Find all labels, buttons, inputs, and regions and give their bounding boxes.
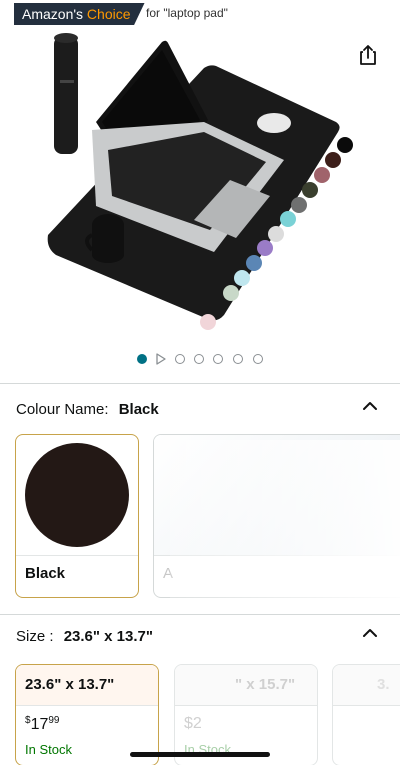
carousel-dot[interactable] [194, 354, 204, 364]
carousel-dot[interactable] [253, 354, 263, 364]
size-label: Size : [16, 628, 54, 645]
carousel-dot[interactable] [175, 354, 185, 364]
swatch-label: Black [25, 565, 66, 582]
badge-prefix: Amazon's [22, 6, 84, 22]
colour-section-header: Colour Name: Black [16, 401, 159, 418]
size-option-selected[interactable]: 23.6" x 13.7" $1799 In Stock [15, 664, 159, 765]
section-divider [0, 614, 400, 615]
size-option-name-faded: 3. [377, 676, 390, 693]
colour-value: Black [118, 401, 159, 418]
carousel-dot[interactable] [233, 354, 243, 364]
stock-status: In Stock [25, 742, 72, 757]
swatch-fade [170, 440, 400, 600]
colour-swatch-black[interactable]: Black [15, 434, 139, 598]
home-indicator [130, 752, 270, 757]
carousel-dot[interactable] [213, 354, 223, 364]
chevron-up-icon[interactable] [362, 628, 378, 638]
chevron-up-icon[interactable] [362, 401, 378, 411]
size-option-name: 23.6" x 13.7" [25, 676, 115, 693]
colour-circle [25, 443, 129, 547]
section-divider [0, 383, 400, 384]
price-cents: 99 [48, 715, 60, 726]
size-option[interactable]: " x 15.7" $2 In Stock [174, 664, 318, 765]
carousel-dot-active[interactable] [137, 354, 147, 364]
size-option-price-faded: $2 [184, 715, 202, 732]
size-value: 23.6" x 13.7" [63, 628, 153, 645]
laptop-pad-illustration [47, 33, 353, 330]
colour-label: Colour Name: [16, 401, 109, 418]
amazons-choice-badge: Amazon's Choice [14, 3, 145, 25]
product-image[interactable] [44, 30, 364, 340]
badge-for-text: for "laptop pad" [146, 6, 228, 20]
size-option-name-faded: " x 15.7" [235, 676, 296, 693]
image-carousel-dots [0, 352, 400, 366]
amazons-choice-row: Amazon's Choice for "laptop pad" [0, 0, 400, 28]
size-option-price: $1799 [25, 715, 59, 734]
price-whole: 17 [30, 716, 49, 733]
play-icon[interactable] [156, 353, 166, 365]
size-section-header: Size : 23.6" x 13.7" [16, 628, 153, 645]
size-option[interactable]: 3. [332, 664, 400, 765]
badge-choice: Choice [86, 6, 131, 22]
